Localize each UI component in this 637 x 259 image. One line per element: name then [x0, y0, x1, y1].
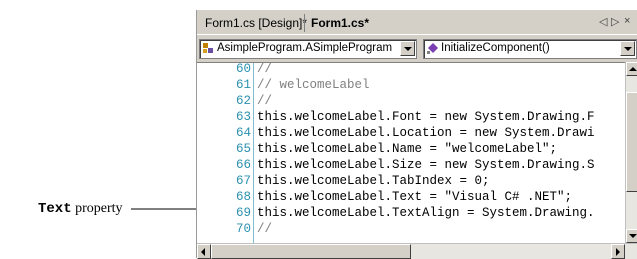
code-line[interactable]: 64 this.welcomeLabel.Location = new Syste… [197, 125, 625, 141]
scroll-up-icon[interactable] [626, 62, 637, 76]
scroll-tabs-left-icon[interactable]: ◁ [599, 15, 607, 28]
vertical-scroll-thumb[interactable] [626, 92, 637, 192]
chevron-down-icon[interactable] [400, 41, 415, 56]
code-text[interactable]: this.welcomeLabel.Font = new System.Draw… [257, 109, 595, 125]
code-editor-window: Form1.cs [Design]* Form1.cs* ◁ ▷ × Asimp… [196, 10, 637, 259]
document-tab-bar: Form1.cs [Design]* Form1.cs* ◁ ▷ × [197, 10, 637, 35]
member-selector-dropdown[interactable]: InitializeComponent() [423, 39, 637, 59]
line-number: 66 [235, 158, 251, 172]
chevron-down-icon[interactable] [620, 41, 635, 56]
tab-divider [304, 14, 305, 32]
code-line[interactable]: 61 // welcomeLabel [197, 77, 625, 93]
scroll-left-icon[interactable] [197, 244, 211, 259]
class-icon [203, 43, 213, 53]
code-line[interactable]: 62 // [197, 93, 625, 109]
line-number: 63 [235, 110, 251, 124]
line-number: 62 [235, 94, 251, 108]
line-number: 64 [235, 126, 251, 140]
code-text[interactable]: this.welcomeLabel.Size = new System.Draw… [257, 157, 595, 173]
code-text[interactable]: this.welcomeLabel.TabIndex = 0; [257, 173, 490, 189]
tab-form1-code[interactable]: Form1.cs* [311, 16, 369, 30]
code-text[interactable]: // [257, 221, 272, 237]
scroll-right-icon[interactable] [611, 244, 625, 259]
code-line[interactable]: 60 // [197, 62, 625, 77]
code-line[interactable]: 66 this.welcomeLabel.Size = new System.Dr… [197, 157, 625, 173]
class-selector-dropdown[interactable]: AsimpleProgram.ASimpleProgram [199, 39, 417, 59]
code-line[interactable]: 63 this.welcomeLabel.Font = new System.Dr… [197, 109, 625, 125]
code-line[interactable]: 69 this.welcomeLabel.TextAlign = System.D… [197, 205, 625, 221]
horizontal-scroll-thumb[interactable] [211, 244, 411, 259]
code-text[interactable]: // [257, 63, 272, 77]
code-line[interactable]: 70 // [197, 221, 625, 237]
member-selector-value: InitializeComponent() [441, 42, 550, 54]
navigation-bar: AsimpleProgram.ASimpleProgram Initialize… [197, 36, 637, 62]
code-text[interactable]: this.welcomeLabel.TextAlign = System.Dra… [257, 205, 595, 221]
code-text[interactable]: this.welcomeLabel.Location = new System.… [257, 125, 595, 141]
code-text[interactable]: // [257, 93, 272, 109]
line-number: 65 [235, 142, 251, 156]
line-number: 61 [235, 78, 251, 92]
code-line[interactable]: 67 this.welcomeLabel.TabIndex = 0; [197, 173, 625, 189]
tab-form1-design[interactable]: Form1.cs [Design]* [205, 16, 307, 30]
line-number: 60 [235, 62, 251, 76]
line-number: 68 [235, 190, 251, 204]
vertical-scrollbar[interactable] [625, 62, 637, 243]
close-tab-icon[interactable]: × [624, 15, 630, 27]
code-text[interactable]: this.welcomeLabel.Text = "Visual C# .NET… [257, 189, 572, 205]
code-text[interactable]: // welcomeLabel [257, 77, 370, 93]
class-selector-value: AsimpleProgram.ASimpleProgram [217, 42, 393, 54]
method-icon [427, 43, 438, 54]
scroll-tabs-right-icon[interactable]: ▷ [611, 15, 619, 28]
line-number: 70 [235, 222, 251, 236]
code-line[interactable]: 65 this.welcomeLabel.Name = "welcomeLabel… [197, 141, 625, 157]
line-number: 69 [235, 206, 251, 220]
code-line[interactable]: 68 this.welcomeLabel.Text = "Visual C# .N… [197, 189, 625, 205]
code-text[interactable]: this.welcomeLabel.Name = "welcomeLabel"; [257, 141, 557, 157]
code-area[interactable]: 60 // 61 // welcomeLabel 62 // 63 this.welcomeL… [197, 62, 625, 243]
horizontal-scrollbar[interactable] [197, 243, 637, 259]
scroll-down-icon[interactable] [626, 229, 637, 243]
line-number: 67 [235, 174, 251, 188]
